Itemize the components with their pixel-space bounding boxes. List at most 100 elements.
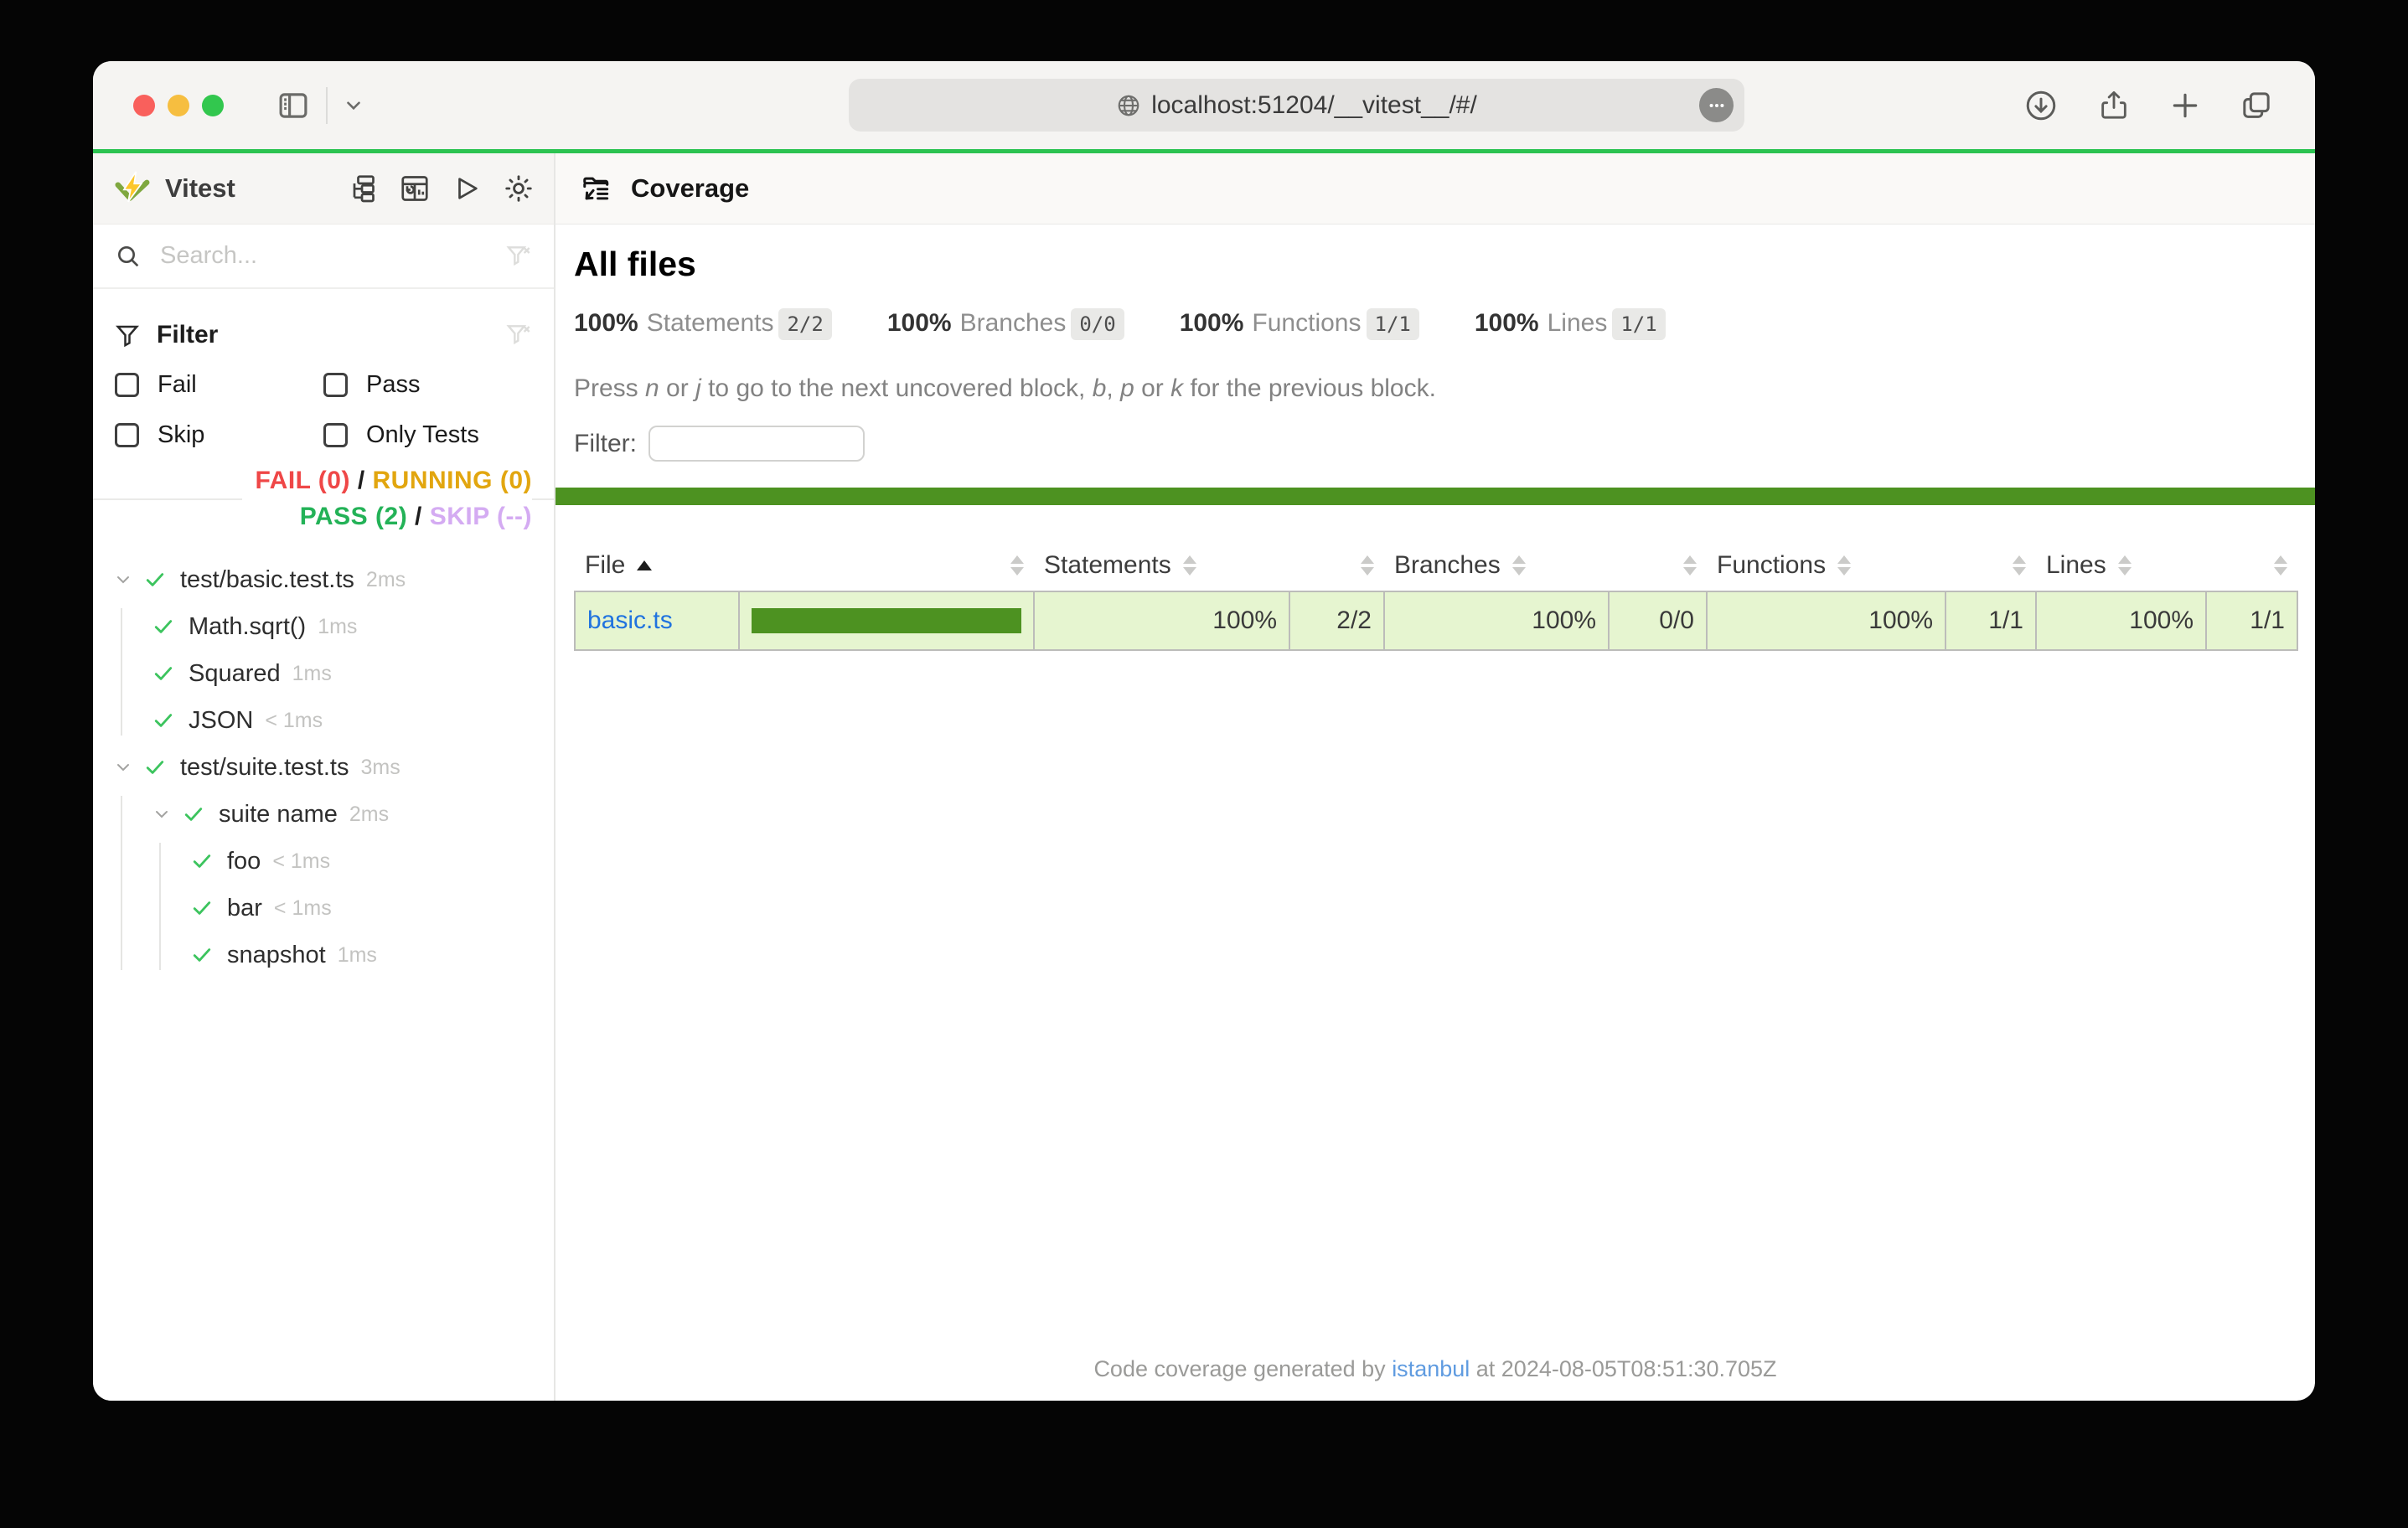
sorter-icon [1183, 555, 1196, 576]
test-case-row[interactable]: snapshot 1ms [190, 932, 554, 978]
test-case-row[interactable]: foo < 1ms [190, 838, 554, 885]
pass-check-icon [143, 568, 167, 591]
test-duration: 2ms [366, 568, 406, 592]
sorter-icon [2013, 555, 2026, 576]
test-case-label: JSON [189, 707, 253, 735]
new-tab-icon[interactable] [2169, 90, 2201, 121]
only-tests-checkbox[interactable] [323, 423, 348, 447]
sorter-icon [1512, 555, 1526, 576]
run-all-icon[interactable] [452, 174, 481, 203]
statements-pct-cell: 100% [1034, 591, 1289, 650]
pass-checkbox[interactable] [323, 373, 348, 397]
test-case-label: Math.sqrt() [189, 613, 306, 641]
pass-check-icon [190, 849, 214, 873]
filter-option-pass[interactable]: Pass [323, 359, 532, 410]
pass-check-icon [182, 803, 205, 826]
test-duration: 1ms [338, 943, 377, 968]
column-header-lines[interactable]: Lines [2036, 540, 2206, 591]
coverage-panel: Coverage All files 100%Statements2/2 100… [555, 153, 2315, 1401]
column-header-lines-abs-sorter[interactable] [2206, 540, 2297, 591]
tab-overview-icon[interactable] [2240, 89, 2273, 122]
branches-pct-cell: 100% [1384, 591, 1609, 650]
filter-option-skip[interactable]: Skip [115, 410, 323, 460]
test-duration: < 1ms [274, 896, 332, 921]
column-header-branches-abs-sorter[interactable] [1609, 540, 1707, 591]
clear-filter-icon[interactable] [505, 322, 532, 348]
funnel-icon [115, 323, 140, 348]
chevron-down-icon[interactable] [343, 95, 364, 116]
test-file-label: test/suite.test.ts [180, 754, 349, 782]
istanbul-link[interactable]: istanbul [1392, 1356, 1470, 1381]
test-case-row[interactable]: JSON < 1ms [152, 697, 554, 744]
column-header-functions-abs-sorter[interactable] [1946, 540, 2036, 591]
test-suite-row[interactable]: suite name 2ms [152, 791, 554, 838]
column-header-statements[interactable]: Statements [1034, 540, 1289, 591]
test-case-row[interactable]: bar < 1ms [190, 885, 554, 932]
column-header-file[interactable]: File [575, 540, 739, 591]
coverage-title: Coverage [631, 173, 749, 204]
test-case-label: bar [227, 895, 262, 922]
report-folder-icon [581, 173, 612, 204]
sorter-icon [2118, 555, 2132, 576]
sorter-icon [1010, 555, 1024, 576]
traffic-lights [93, 95, 224, 116]
skip-count: SKIP (--) [430, 503, 532, 530]
functions-stat: 100%Functions1/1 [1180, 309, 1419, 338]
globe-icon [1116, 93, 1141, 118]
vitest-sidebar: Vitest [93, 153, 555, 1401]
test-case-row[interactable]: Squared 1ms [152, 650, 554, 697]
zoom-window-button[interactable] [202, 95, 224, 116]
report-heading: All files [574, 245, 2298, 284]
test-duration: 1ms [292, 662, 332, 686]
test-suite-label: suite name [219, 801, 338, 829]
pass-check-icon [143, 756, 167, 779]
column-header-chart-sorter[interactable] [739, 540, 1034, 591]
column-header-functions[interactable]: Functions [1707, 540, 1946, 591]
pass-check-icon [152, 615, 175, 638]
pass-count: PASS (2) [300, 503, 407, 530]
clear-search-filter-icon[interactable] [505, 243, 532, 270]
test-file-row[interactable]: test/basic.test.ts 2ms [113, 556, 554, 603]
chevron-down-icon[interactable] [113, 757, 143, 777]
minimize-window-button[interactable] [168, 95, 189, 116]
dashboard-icon[interactable] [400, 173, 430, 204]
filter-option-fail[interactable]: Fail [115, 359, 323, 410]
sidebar-toggle-icon[interactable] [276, 88, 311, 123]
test-duration: 1ms [318, 615, 357, 639]
browser-chrome: localhost:51204/__vitest__/#/ [93, 61, 2315, 149]
test-tree: test/basic.test.ts 2ms Math.sqrt() 1ms [93, 534, 554, 978]
fail-count: FAIL (0) [256, 467, 350, 494]
fail-checkbox[interactable] [115, 373, 139, 397]
coverage-status-bar [555, 488, 2315, 505]
close-window-button[interactable] [133, 95, 155, 116]
downloads-icon[interactable] [2023, 88, 2059, 123]
filter-option-only-tests[interactable]: Only Tests [323, 410, 532, 460]
browser-window: localhost:51204/__vitest__/#/ [93, 61, 2315, 1401]
pass-check-icon [152, 709, 175, 732]
skip-checkbox[interactable] [115, 423, 139, 447]
chevron-down-icon[interactable] [152, 804, 182, 824]
coverage-filter-input[interactable] [649, 426, 865, 462]
search-input[interactable]: Search... [160, 242, 505, 270]
statements-fraction-badge: 2/2 [778, 308, 831, 340]
file-link[interactable]: basic.ts [587, 607, 673, 634]
column-header-branches[interactable]: Branches [1384, 540, 1609, 591]
theme-toggle-icon[interactable] [504, 173, 534, 204]
branches-stat: 100%Branches0/0 [887, 309, 1124, 338]
app-title: Vitest [165, 173, 235, 204]
test-file-row[interactable]: test/suite.test.ts 3ms [113, 744, 554, 791]
coverage-bar-cell [739, 591, 1034, 650]
list-tree-icon[interactable] [347, 173, 377, 204]
pass-check-icon [190, 896, 214, 920]
page-settings-button[interactable] [1699, 88, 1734, 122]
search-bar[interactable]: Search... [93, 225, 554, 289]
test-duration: 3ms [360, 756, 400, 780]
test-case-row[interactable]: Math.sqrt() 1ms [152, 603, 554, 650]
running-count: RUNNING (0) [373, 467, 533, 494]
column-header-statements-abs-sorter[interactable] [1289, 540, 1384, 591]
sorter-icon [1683, 555, 1697, 576]
chevron-down-icon[interactable] [113, 570, 143, 590]
share-icon[interactable] [2097, 89, 2131, 122]
branches-fraction-badge: 0/0 [1071, 308, 1124, 340]
address-bar[interactable]: localhost:51204/__vitest__/#/ [849, 79, 1744, 132]
